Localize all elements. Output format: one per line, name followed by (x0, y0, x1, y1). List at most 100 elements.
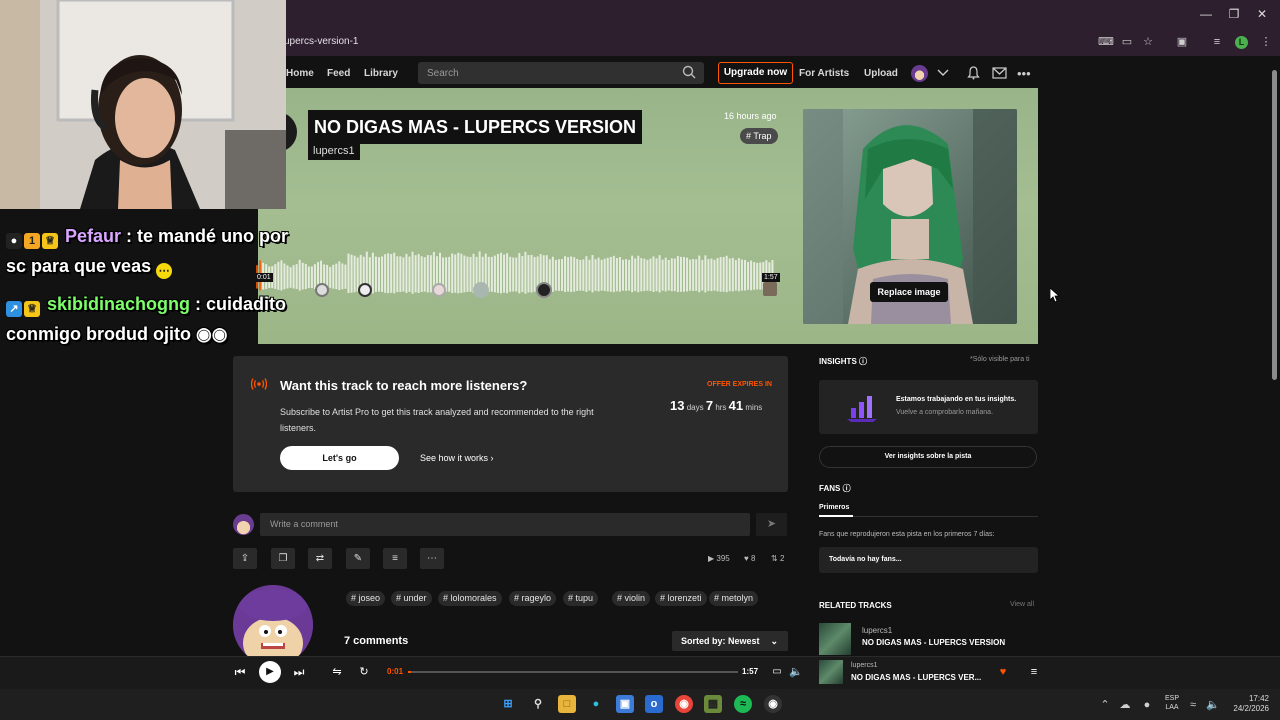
windows-start-icon[interactable]: ⊞ (499, 695, 517, 713)
tab-primeros[interactable]: Primeros (819, 504, 849, 511)
view-insights-button[interactable]: Ver insights sobre la pista (819, 446, 1037, 468)
browser-menu-icon[interactable]: ⋮ (1259, 35, 1273, 49)
translate-icon[interactable]: ⌨ (1098, 35, 1114, 49)
copy-link-icon[interactable]: ❐ (271, 548, 295, 569)
replace-image-button[interactable]: Replace image (870, 282, 948, 302)
edit-pencil-icon[interactable]: ✎ (346, 548, 370, 569)
likes-stat[interactable]: ♥ 8 (744, 554, 755, 563)
file-explorer-icon[interactable]: □ (558, 695, 576, 713)
obs-icon[interactable]: ◉ (764, 695, 782, 713)
chevron-down-icon[interactable] (937, 69, 949, 77)
search-icon[interactable] (682, 65, 696, 79)
scrollbar-thumb[interactable] (1272, 70, 1277, 380)
tag-chip[interactable]: # metolyn (709, 591, 759, 606)
see-how-it-works-link[interactable]: See how it works › (420, 453, 494, 463)
language-indicator[interactable]: ESP LAA (1164, 694, 1180, 712)
tag-chip[interactable]: # lorenzeti (655, 591, 707, 606)
waveform[interactable] (256, 232, 780, 300)
related-track-title[interactable]: NO DIGAS MAS - LUPERCS VERSION (862, 638, 1005, 647)
waveform-comment-avatar[interactable] (473, 282, 489, 298)
waveform-comment-avatar[interactable] (358, 283, 372, 297)
insights-heading: INSIGHTS ⓘ (819, 356, 867, 367)
play-pause-button[interactable]: ▶ (259, 661, 281, 683)
tag-chip[interactable]: # lolomorales (438, 591, 502, 606)
sort-dropdown[interactable]: Sorted by: Newest ⌄ (672, 631, 788, 651)
url-text[interactable]: upercs-version-1 (284, 36, 358, 47)
page-scrollbar[interactable] (1271, 60, 1278, 380)
for-artists-link[interactable]: For Artists (799, 68, 849, 79)
view-all-link[interactable]: View all (1010, 601, 1034, 608)
share-icon[interactable]: ⇪ (233, 548, 257, 569)
info-icon[interactable]: ⓘ (843, 484, 851, 493)
chrome-icon[interactable]: ◉ (675, 695, 693, 713)
tag-chip[interactable]: # rageylo (509, 591, 557, 606)
progress-bar[interactable] (408, 671, 738, 673)
waveform-comment-avatar[interactable] (536, 282, 552, 298)
search-input[interactable]: Search (418, 62, 704, 84)
notifications-bell-icon[interactable] (967, 66, 980, 80)
nav-library[interactable]: Library (364, 68, 398, 79)
upload-link[interactable]: Upload (864, 68, 898, 79)
now-playing-title[interactable]: NO DIGAS MAS - LUPERCS VER... (851, 673, 981, 682)
nav-home[interactable]: Home (286, 68, 314, 79)
cast-icon[interactable]: ▭ (769, 664, 785, 680)
lets-go-button[interactable]: Let's go (280, 446, 399, 470)
messages-envelope-icon[interactable] (992, 67, 1007, 79)
related-track-thumbnail[interactable] (819, 623, 851, 655)
tag-chip[interactable]: # joseo (346, 591, 386, 606)
taskbar-search-icon[interactable]: ⚲ (529, 695, 547, 713)
browser-profile-avatar[interactable]: L (1235, 36, 1248, 49)
edge-icon[interactable]: ● (587, 695, 605, 713)
tray-cloud-icon[interactable]: ☁ (1118, 698, 1132, 712)
related-track-artist[interactable]: lupercs1 (862, 626, 892, 635)
more-options-icon[interactable]: ••• (1017, 66, 1031, 81)
add-to-playlist-icon[interactable]: ≡ (383, 548, 407, 569)
upgrade-now-button[interactable]: Upgrade now (718, 62, 793, 84)
tray-mic-icon[interactable]: ● (1140, 698, 1154, 712)
volume-icon[interactable]: 🔈 (788, 664, 804, 680)
chat-crown-icon: ♕ (24, 301, 40, 317)
outlook-icon[interactable]: o (645, 695, 663, 713)
waveform-bar (649, 258, 652, 292)
like-heart-icon[interactable]: ♥ (996, 664, 1010, 680)
user-avatar[interactable] (911, 65, 928, 82)
shuffle-icon[interactable]: ⇋ (329, 664, 345, 680)
tag-chip[interactable]: # violin (612, 591, 651, 606)
waveform-bar (646, 259, 649, 291)
tag-chip[interactable]: # under (391, 591, 432, 606)
tray-chevron-icon[interactable]: ⌃ (1098, 698, 1112, 712)
now-playing-thumbnail[interactable] (819, 660, 843, 684)
info-icon[interactable]: ⓘ (859, 357, 867, 366)
comment-input[interactable]: Write a comment (260, 513, 750, 536)
waveform-bar (402, 257, 405, 292)
more-actions-icon[interactable]: ⋯ (420, 548, 444, 569)
queue-icon[interactable]: ≡ (1027, 664, 1041, 680)
artist-avatar[interactable] (233, 585, 313, 665)
reposts-stat[interactable]: ⇅ 2 (771, 554, 784, 563)
genre-tag[interactable]: # Trap (740, 128, 778, 144)
waveform-comment-avatar[interactable] (763, 282, 777, 296)
close-icon[interactable]: ✕ (1254, 6, 1270, 22)
speaker-icon[interactable]: 🔈 (1206, 698, 1220, 712)
media-control-icon[interactable]: ≡ (1210, 35, 1224, 49)
waveform-comment-avatar[interactable] (432, 283, 446, 297)
track-artist-link[interactable]: lupercs1 (308, 143, 360, 160)
maximize-icon[interactable]: ❐ (1226, 6, 1242, 22)
tag-chip[interactable]: # tupu (563, 591, 599, 606)
nav-feed[interactable]: Feed (327, 68, 350, 79)
store-icon[interactable]: ▣ (616, 695, 634, 713)
install-app-icon[interactable]: ▭ (1120, 35, 1134, 49)
repeat-icon[interactable]: ↻ (356, 664, 372, 680)
next-track-icon[interactable]: ⏭ (291, 664, 307, 680)
bookmark-star-icon[interactable]: ☆ (1141, 35, 1155, 49)
wifi-icon[interactable]: ≈ (1186, 698, 1200, 712)
now-playing-artist[interactable]: lupercs1 (851, 662, 877, 669)
repost-icon[interactable]: ⇄ (308, 548, 332, 569)
previous-track-icon[interactable]: ⏮ (232, 664, 248, 680)
minimize-icon[interactable]: — (1198, 6, 1214, 22)
minecraft-icon[interactable]: ▩ (704, 695, 722, 713)
extensions-icon[interactable]: ▣ (1175, 35, 1189, 49)
send-comment-icon[interactable]: ➤ (756, 513, 787, 536)
system-clock[interactable]: 17:42 24/2/2026 (1225, 694, 1269, 714)
spotify-icon[interactable]: ≈ (734, 695, 752, 713)
